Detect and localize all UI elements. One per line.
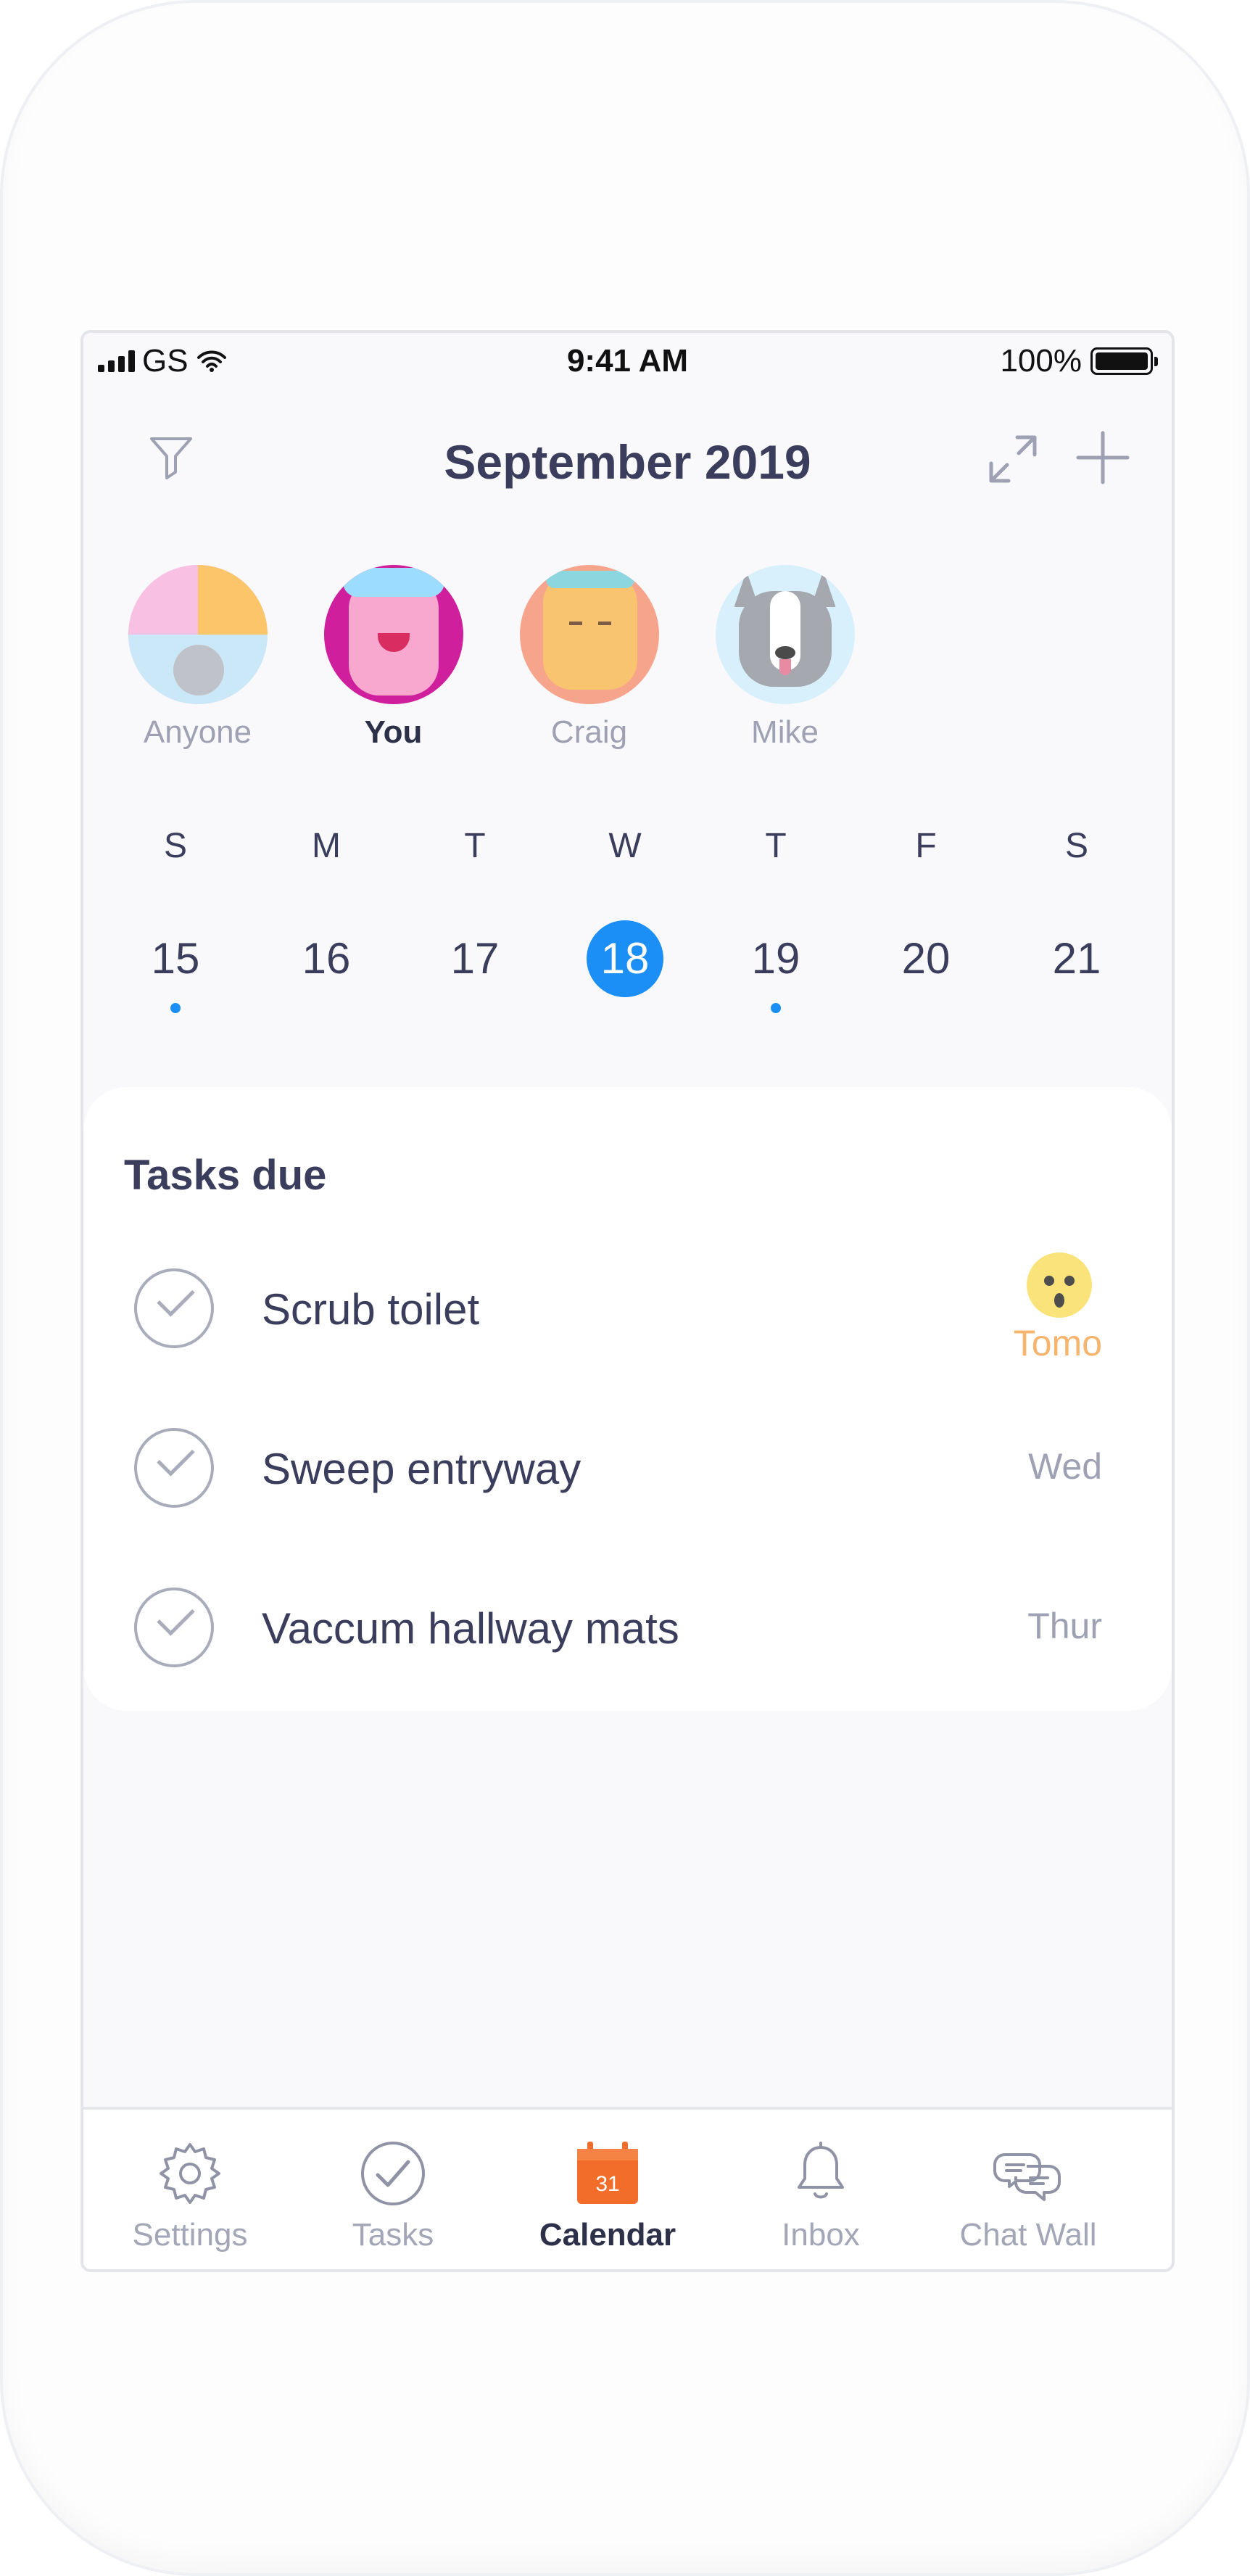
calendar-header: September 2019 [83,413,1172,500]
avatar-name: Anyone [143,714,252,750]
person-you[interactable]: You [323,565,464,751]
date-cell[interactable]: 17 [424,920,526,997]
event-dot [771,1003,781,1013]
status-bar: GS 9:41 AM 100% [83,333,1172,391]
weekday-label: T [765,827,787,865]
weekday-label: F [915,827,937,865]
date-cell[interactable]: 20 [875,920,977,997]
nav-label: Tasks [352,2217,434,2253]
phone-frame: GS 9:41 AM 100% September 2019 Anyone Yo… [0,0,1250,2576]
date-cell[interactable]: 18 [574,920,676,997]
pink-avatar-icon [323,565,463,704]
nav-tasks[interactable]: Tasks [302,2123,484,2253]
tasks-panel: Tasks due Scrub toilet Tomo Sweep entryw… [83,1087,1172,1711]
date-cell[interactable]: 16 [276,920,377,997]
person-mike[interactable]: Mike [714,565,856,751]
group-avatar-icon [128,565,268,704]
bell-icon [798,2142,844,2199]
people-filter: Anyone You Craig Mike [127,565,856,751]
dog-avatar-icon [715,565,855,704]
date-cell[interactable]: 15 [125,920,226,1013]
date-cell[interactable]: 19 [725,920,827,1013]
task-assignee: Tomo [1013,1323,1102,1363]
date-number: 21 [1052,934,1101,983]
nav-label: Settings [132,2217,248,2253]
task-row[interactable]: Scrub toilet Tomo [83,1247,1172,1377]
avatar-name: Craig [550,714,628,750]
person-anyone[interactable]: Anyone [127,565,268,751]
date-number: 17 [450,934,500,983]
surprised-face-icon [1027,1252,1092,1318]
task-label: Sweep entryway [262,1445,581,1493]
date-cell[interactable]: 21 [1026,920,1127,997]
expand-icon[interactable] [982,429,1043,490]
task-checkbox[interactable] [134,1428,214,1508]
date-number: 20 [901,934,951,983]
avatar-name: Mike [751,714,819,750]
orange-avatar-icon [519,565,659,704]
task-due-day: Thur [1027,1606,1102,1646]
person-craig[interactable]: Craig [518,565,660,751]
calendar-icon: 31 [577,2142,638,2204]
date-number: 16 [302,934,351,983]
selected-date-number: 18 [587,920,663,997]
task-due-day: Wed [1028,1446,1102,1487]
date-number: 15 [151,934,200,983]
nav-chat-wall[interactable]: Chat Wall [937,2123,1119,2253]
section-title: Tasks due [124,1152,327,1199]
task-row[interactable]: Vaccum hallway mats Thur [83,1566,1172,1696]
battery-text: 100% [1000,343,1082,379]
event-dot [170,1003,181,1013]
nav-label: Inbox [782,2217,860,2253]
plus-icon[interactable] [1072,427,1133,488]
nav-inbox[interactable]: Inbox [730,2123,911,2253]
chat-icon [993,2153,1061,2201]
weekday-label: T [464,827,486,865]
task-row[interactable]: Sweep entryway Wed [83,1406,1172,1537]
task-label: Vaccum hallway mats [262,1604,679,1653]
app-screen: GS 9:41 AM 100% September 2019 Anyone Yo… [80,330,1175,2272]
check-circle-icon [361,2142,425,2205]
weekday-label: W [608,827,642,865]
weekday-label: S [163,827,187,865]
task-label: Scrub toilet [262,1285,480,1334]
nav-label: Calendar [539,2217,676,2253]
nav-settings[interactable]: Settings [99,2123,281,2253]
task-checkbox[interactable] [134,1588,214,1667]
bottom-navigation: Settings Tasks 31 Calendar Inbox Chat Wa… [83,2107,1172,2269]
nav-calendar[interactable]: 31 Calendar [517,2123,698,2253]
avatar-name: You [364,714,423,750]
weekday-label: S [1064,827,1088,865]
battery-icon [1090,347,1158,375]
gear-icon [160,2143,220,2204]
nav-label: Chat Wall [959,2217,1097,2253]
date-number: 19 [751,934,800,983]
status-right: 100% [1000,343,1158,379]
weekday-label: M [312,827,341,865]
calendar-icon-day: 31 [595,2172,619,2196]
task-checkbox[interactable] [134,1268,214,1348]
